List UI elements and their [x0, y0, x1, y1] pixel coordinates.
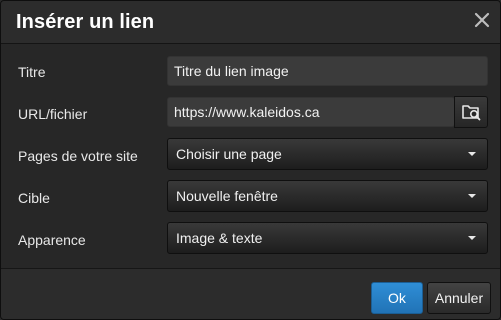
target-select[interactable]: Nouvelle fenêtre	[167, 180, 488, 212]
insert-link-dialog: Insérer un lien Titre URL/fichier Pages …	[0, 0, 501, 320]
pages-select[interactable]: Choisir une page	[167, 138, 488, 170]
pages-select-value: Choisir une page	[176, 146, 282, 162]
target-label: Cible	[18, 190, 50, 206]
folder-search-icon	[462, 105, 481, 121]
cancel-button[interactable]: Annuler	[427, 282, 491, 314]
appearance-select-value: Image & texte	[176, 230, 263, 246]
close-icon[interactable]	[471, 9, 493, 31]
pages-label: Pages de votre site	[18, 148, 138, 164]
title-input[interactable]	[167, 56, 488, 86]
appearance-select[interactable]: Image & texte	[167, 222, 488, 254]
url-label: URL/fichier	[18, 106, 88, 122]
dialog-body: Titre URL/fichier Pages de votre site Ch…	[1, 44, 500, 267]
appearance-label: Apparence	[18, 232, 86, 248]
chevron-down-icon	[468, 194, 476, 198]
dialog-header: Insérer un lien	[1, 1, 500, 44]
browse-button[interactable]	[454, 96, 488, 128]
chevron-down-icon	[468, 152, 476, 156]
dialog-footer: Ok Annuler	[1, 268, 500, 319]
target-select-value: Nouvelle fenêtre	[176, 188, 278, 204]
url-input[interactable]	[167, 97, 455, 127]
dialog-title: Insérer un lien	[16, 11, 155, 33]
title-label: Titre	[18, 64, 46, 80]
ok-button[interactable]: Ok	[371, 282, 423, 314]
chevron-down-icon	[468, 236, 476, 240]
